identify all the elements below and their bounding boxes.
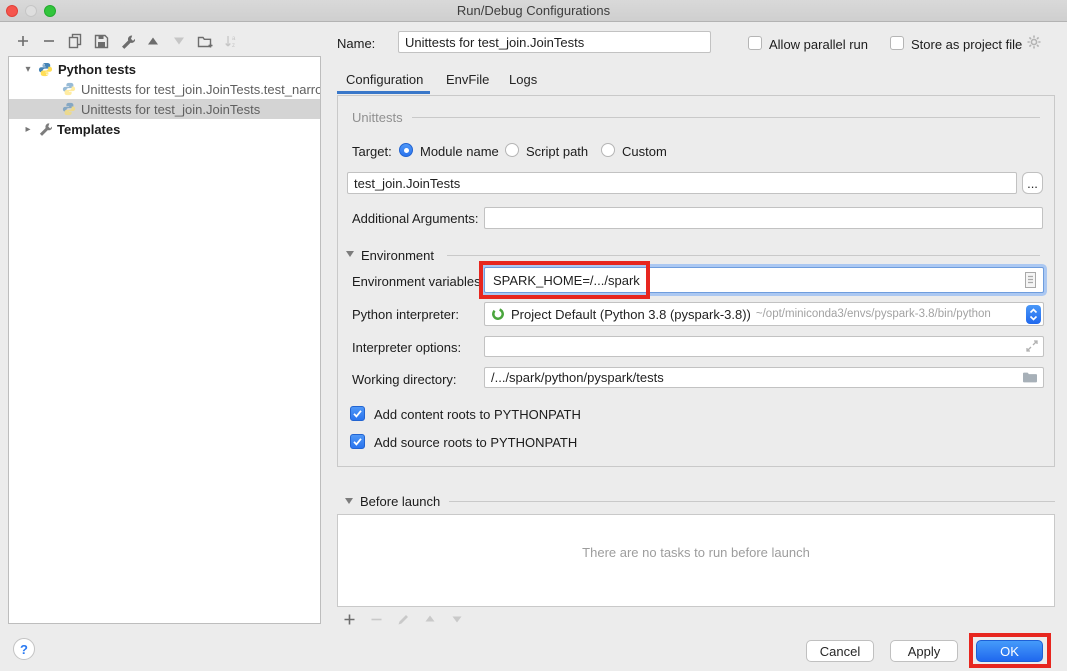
environment-variables-value: SPARK_HOME=/.../spark (493, 273, 640, 288)
tree-item-label: Python tests (58, 62, 136, 77)
environment-section-label: Environment (361, 248, 434, 263)
add-source-roots-label: Add source roots to PYTHONPATH (374, 435, 577, 450)
name-value: Unittests for test_join.JoinTests (405, 35, 584, 50)
working-directory-label: Working directory: (352, 372, 457, 387)
interpreter-options-input[interactable] (484, 336, 1044, 357)
name-label: Name: (337, 36, 375, 51)
module-name-value: test_join.JoinTests (354, 176, 460, 191)
environment-collapse-icon[interactable] (346, 251, 354, 257)
tree-item-label: Unittests for test_join.JoinTests.test_n… (81, 82, 320, 97)
target-module-name-radio[interactable] (399, 143, 413, 157)
edit-task-icon[interactable] (395, 611, 411, 627)
edit-templates-icon[interactable] (119, 33, 135, 49)
environment-variables-input[interactable]: SPARK_HOME=/.../spark (484, 267, 1044, 293)
cancel-button[interactable]: Cancel (806, 640, 874, 662)
browse-button[interactable]: ... (1022, 172, 1043, 194)
svg-text:a: a (232, 36, 236, 42)
dropdown-stepper-icon[interactable] (1026, 305, 1041, 324)
target-script-path-label: Script path (526, 144, 588, 159)
before-launch-section-line (449, 501, 1055, 502)
window-title: Run/Debug Configurations (0, 0, 1067, 21)
environment-section-line (447, 255, 1040, 256)
tree-item-unittests-jointests[interactable]: Unittests for test_join.JoinTests (9, 99, 320, 119)
new-folder-icon[interactable] (197, 33, 213, 49)
tree-item-label: Templates (57, 122, 120, 137)
apply-button[interactable]: Apply (890, 640, 958, 662)
target-custom-radio[interactable] (601, 143, 615, 157)
target-custom-label: Custom (622, 144, 667, 159)
add-source-roots-checkbox[interactable] (350, 434, 365, 449)
folder-icon[interactable] (1022, 370, 1038, 384)
before-launch-toolbar (341, 611, 465, 627)
allow-parallel-run-label: Allow parallel run (769, 37, 868, 52)
name-input[interactable]: Unittests for test_join.JoinTests (398, 31, 711, 53)
tab-configuration[interactable]: Configuration (346, 72, 423, 87)
python-interpreter-path: ~/opt/miniconda3/envs/pyspark-3.8/bin/py… (756, 308, 991, 320)
move-down-icon[interactable] (171, 33, 187, 49)
store-as-project-file-checkbox[interactable] (890, 36, 904, 50)
move-up-icon[interactable] (145, 33, 161, 49)
python-test-icon (62, 102, 76, 116)
python-test-icon (62, 82, 76, 96)
add-icon[interactable] (15, 33, 31, 49)
python-interpreter-select[interactable]: Project Default (Python 3.8 (pyspark-3.8… (484, 302, 1044, 326)
python-icon (38, 62, 53, 77)
module-name-input[interactable]: test_join.JoinTests (347, 172, 1017, 194)
working-directory-input[interactable]: /.../spark/python/pyspark/tests (484, 367, 1044, 388)
svg-text:z: z (232, 43, 235, 49)
chevron-right-icon[interactable]: ▸ (23, 124, 33, 135)
browse-env-vars-icon[interactable] (1023, 271, 1038, 289)
ok-button[interactable]: OK (976, 640, 1043, 662)
add-task-icon[interactable] (341, 611, 357, 627)
run-debug-configurations-dialog: Run/Debug Configurations az ▾ Python tes (0, 0, 1067, 671)
expand-field-icon[interactable] (1024, 338, 1040, 354)
target-label: Target: (352, 144, 392, 159)
title-bar: Run/Debug Configurations (0, 0, 1067, 22)
minimize-button[interactable] (25, 5, 37, 17)
unittests-group-line (412, 117, 1040, 118)
sort-alphabetically-icon[interactable]: az (223, 33, 239, 49)
environment-variables-label: Environment variables: (352, 274, 484, 289)
move-task-down-icon[interactable] (449, 611, 465, 627)
tab-logs[interactable]: Logs (509, 72, 537, 87)
before-launch-empty-message: There are no tasks to run before launch (582, 545, 810, 606)
target-script-path-radio[interactable] (505, 143, 519, 157)
tree-item-label: Unittests for test_join.JoinTests (81, 102, 260, 117)
conda-environment-icon (491, 307, 505, 321)
remove-task-icon[interactable] (368, 611, 384, 627)
add-content-roots-label: Add content roots to PYTHONPATH (374, 407, 581, 422)
additional-arguments-input[interactable] (484, 207, 1043, 229)
copy-configuration-icon[interactable] (67, 33, 83, 49)
tree-item-templates[interactable]: ▸ Templates (9, 119, 320, 139)
before-launch-task-list[interactable]: There are no tasks to run before launch (337, 514, 1055, 607)
help-button[interactable]: ? (13, 638, 35, 660)
tab-envfile[interactable]: EnvFile (446, 72, 489, 87)
gear-icon[interactable] (1026, 34, 1042, 50)
tree-item-unittests-test-narrow[interactable]: Unittests for test_join.JoinTests.test_n… (9, 79, 320, 99)
remove-icon[interactable] (41, 33, 57, 49)
active-tab-underline (337, 91, 430, 94)
tree-item-python-tests[interactable]: ▾ Python tests (9, 59, 320, 79)
zoom-button[interactable] (44, 5, 56, 17)
configurations-tree: ▾ Python tests Unittests for test_join.J… (8, 56, 321, 624)
python-interpreter-label: Python interpreter: (352, 307, 459, 322)
move-task-up-icon[interactable] (422, 611, 438, 627)
configurations-toolbar: az (15, 33, 239, 49)
interpreter-options-label: Interpreter options: (352, 340, 461, 355)
chevron-down-icon[interactable]: ▾ (23, 64, 33, 75)
close-button[interactable] (6, 5, 18, 17)
allow-parallel-run-checkbox[interactable] (748, 36, 762, 50)
working-directory-value: /.../spark/python/pyspark/tests (491, 370, 664, 385)
wrench-icon (38, 122, 52, 136)
unittests-group-label: Unittests (352, 110, 403, 125)
store-as-project-file-label: Store as project file (911, 37, 1022, 52)
before-launch-section-label: Before launch (360, 494, 440, 509)
python-interpreter-value: Project Default (Python 3.8 (pyspark-3.8… (511, 307, 751, 322)
additional-arguments-label: Additional Arguments: (352, 211, 478, 226)
target-module-name-label: Module name (420, 144, 499, 159)
save-configuration-icon[interactable] (93, 33, 109, 49)
add-content-roots-checkbox[interactable] (350, 406, 365, 421)
before-launch-collapse-icon[interactable] (345, 498, 353, 504)
